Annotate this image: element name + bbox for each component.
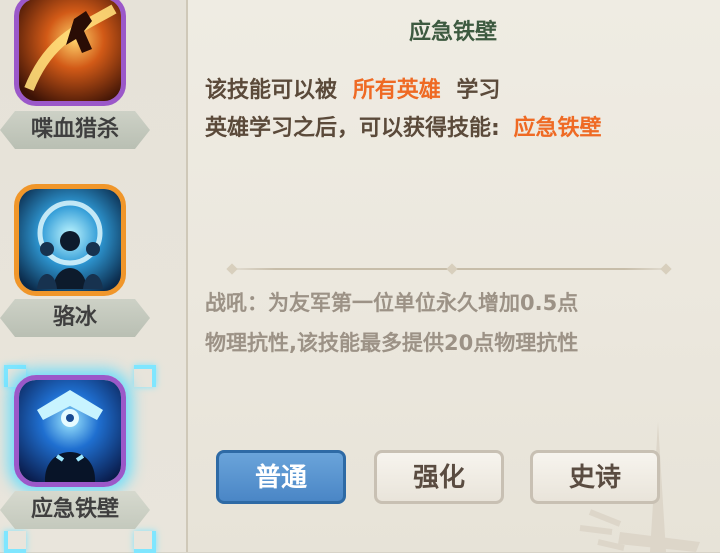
skill-label-frost: 骆冰 xyxy=(0,299,150,337)
iron-wall-icon xyxy=(14,375,126,487)
skill-slot-iron-wall[interactable]: 应急铁壁 xyxy=(0,365,190,553)
skill-slot-blood-hunt[interactable]: 喋血猎杀 xyxy=(0,0,190,150)
skill-label-iron-wall: 应急铁壁 xyxy=(0,491,150,529)
learnable-by-suffix: 学习 xyxy=(456,78,501,103)
skill-title: 应急铁壁 xyxy=(408,20,497,45)
selection-bracket-bottom-right xyxy=(134,531,156,553)
gain-skill-prefix: 英雄学习之后，可以获得技能: xyxy=(205,116,500,141)
tab-normal[interactable]: 普通 xyxy=(216,450,346,504)
skill-description: 战吼：为友军第一位单位永久增加0.5点 物理抗性,该技能最多提供20点物理抗性 xyxy=(205,283,695,363)
blood-hunt-icon xyxy=(14,0,126,106)
frost-warriors-icon xyxy=(14,184,126,296)
gain-skill-highlight: 应急铁壁 xyxy=(513,116,602,141)
skill-description-line-1: 战吼：为友军第一位单位永久增加0.5点 xyxy=(205,291,579,315)
learnable-by-highlight: 所有英雄 xyxy=(352,78,441,103)
selection-bracket-top-right xyxy=(134,365,156,387)
skill-description-line-2: 物理抗性,该技能最多提供20点物理抗性 xyxy=(205,331,579,355)
learnable-by-prefix: 该技能可以被 xyxy=(205,78,338,103)
skill-label-blood-hunt: 喋血猎杀 xyxy=(0,111,150,149)
tab-enhance[interactable]: 强化 xyxy=(374,450,504,504)
skill-slot-frost[interactable]: 骆冰 xyxy=(0,180,190,340)
learnable-by-line: 该技能可以被 所有英雄 学习 xyxy=(205,72,500,104)
tab-epic[interactable]: 史诗 xyxy=(530,450,660,504)
selection-bracket-bottom-left xyxy=(4,531,26,553)
gain-skill-line: 英雄学习之后，可以获得技能: 应急铁壁 xyxy=(205,110,602,142)
